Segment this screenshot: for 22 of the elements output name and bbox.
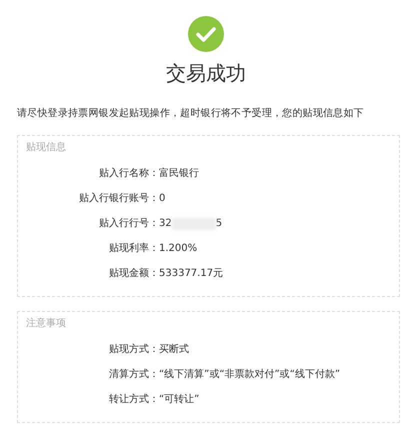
field-value: 0 bbox=[159, 192, 166, 206]
field-value: “线下清算”或“非票款对付”或“线下付款” bbox=[159, 368, 340, 382]
section-title: 贴现信息 bbox=[26, 140, 67, 155]
field-value: 1.200% bbox=[159, 242, 198, 256]
field-value: 533377.17元 bbox=[159, 267, 224, 281]
field-label: 贴入行行号： bbox=[98, 216, 159, 231]
field-value: 5 bbox=[216, 217, 222, 231]
success-title: 交易成功 bbox=[166, 60, 246, 87]
field-value: “可转让” bbox=[159, 392, 200, 407]
field-value: 买断式 bbox=[159, 342, 189, 357]
field-label: 贴现利率： bbox=[108, 242, 159, 256]
notice-text: 请尽快登录持票网银发起贴现操作，超时银行将不予受理，您的贴现信息如下 bbox=[17, 106, 365, 121]
field-label: 贴现金额： bbox=[108, 266, 159, 281]
field-label: 清算方式： bbox=[108, 368, 159, 382]
field-label: 贴现方式： bbox=[108, 342, 159, 357]
field-label: 转让方式： bbox=[108, 392, 159, 407]
field-value: 富民银行 bbox=[159, 166, 199, 181]
field-label: 贴入行名称： bbox=[98, 166, 159, 181]
field-label: 贴入行银行账号： bbox=[78, 192, 159, 206]
success-check-icon bbox=[188, 16, 224, 52]
section-title: 注意事项 bbox=[26, 316, 67, 331]
field-value: 32 bbox=[159, 217, 172, 231]
